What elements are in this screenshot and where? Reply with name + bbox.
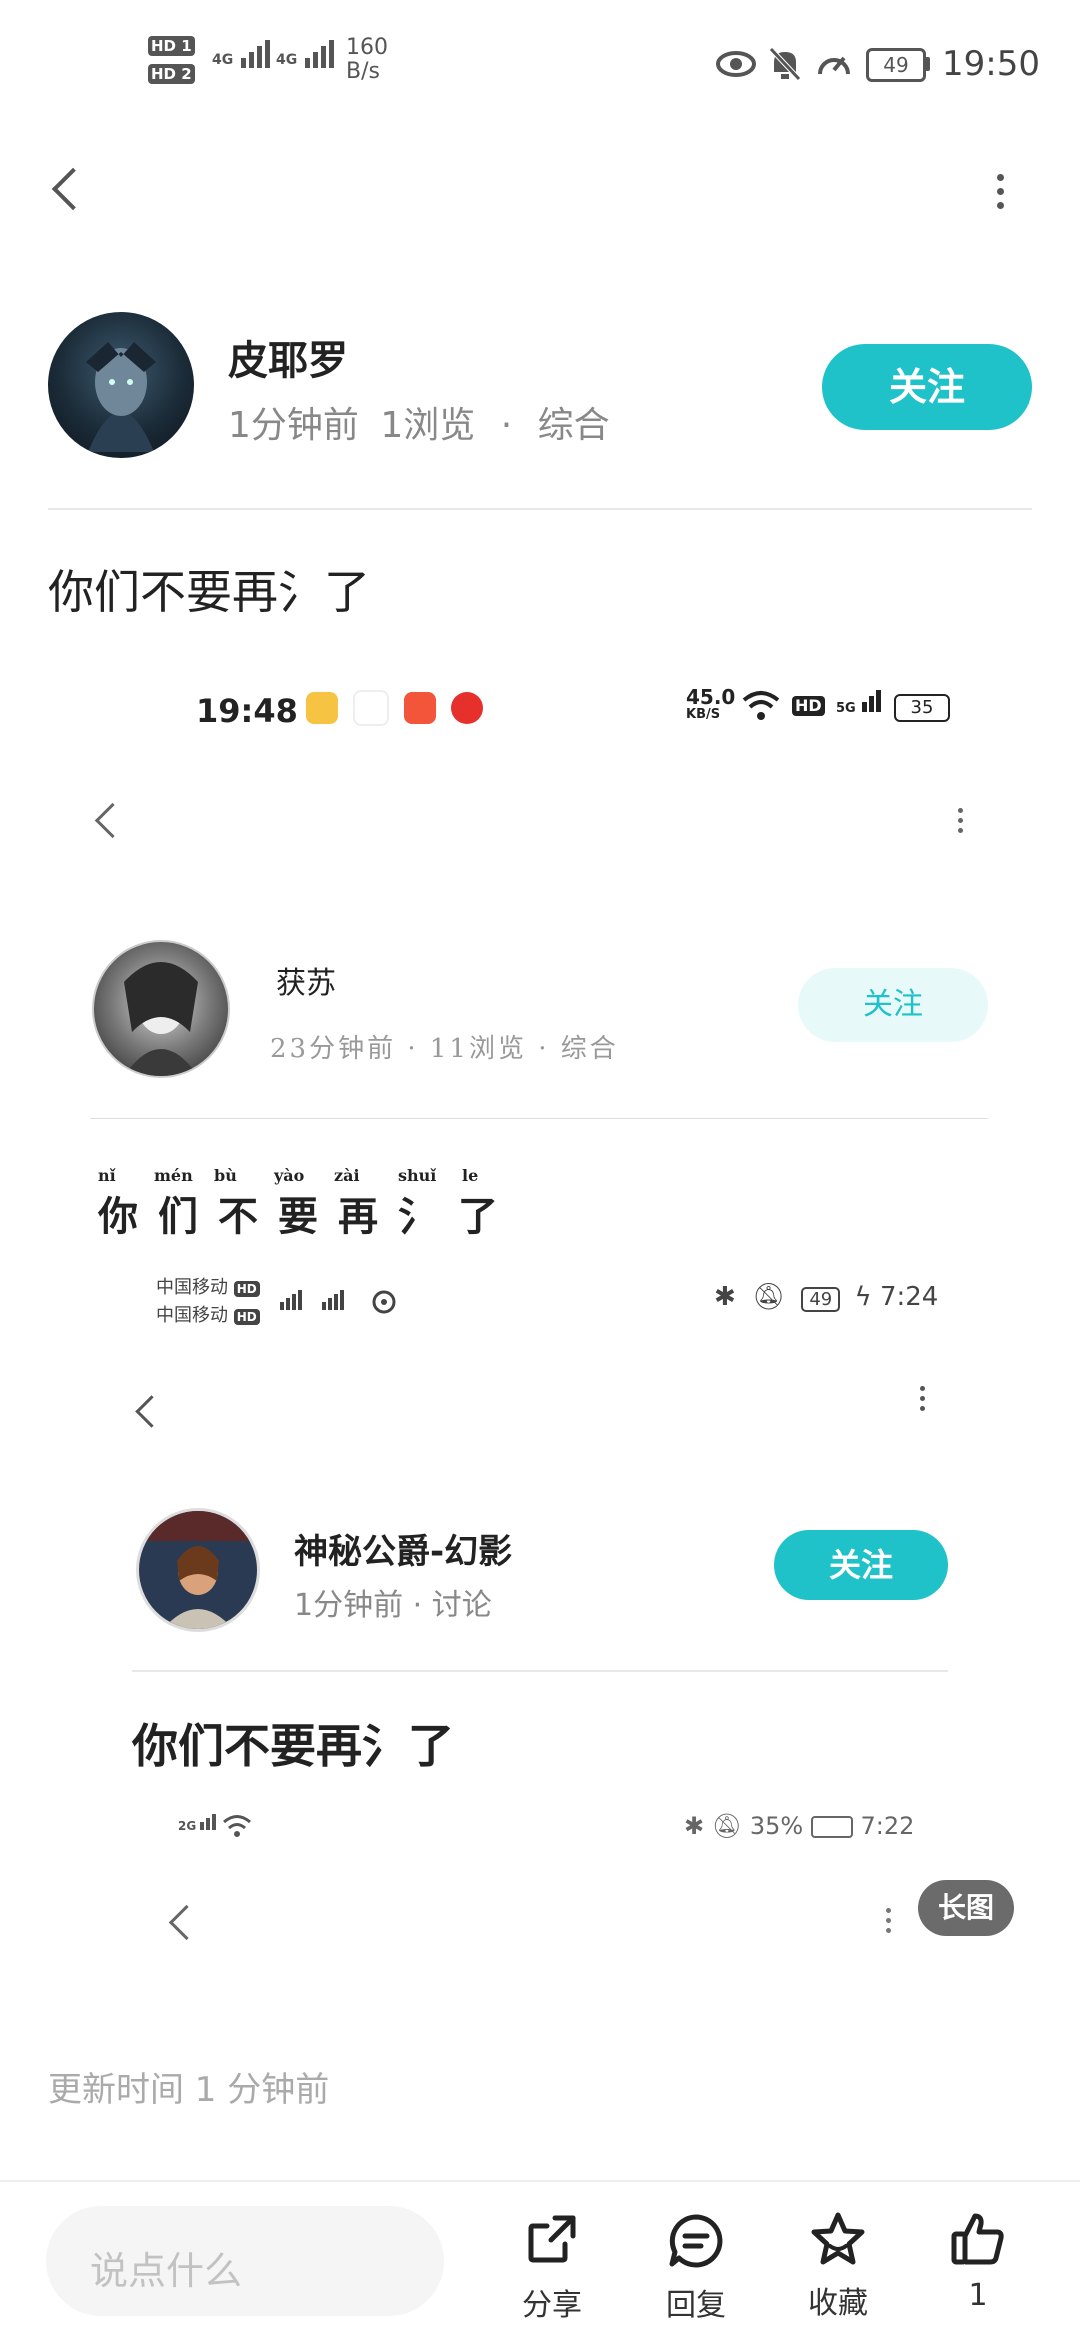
embed3-bluetooth-icon: ✱	[684, 1812, 705, 1840]
embed1-meta: 23分钟前 · 11浏览 · 综合	[270, 1034, 619, 1064]
comment-placeholder: 说点什么	[90, 2249, 243, 2293]
embed2-divider	[132, 1670, 948, 1672]
reply-button[interactable]: 回复	[636, 2182, 756, 2324]
post-views: 1浏览	[380, 405, 476, 446]
embed1-follow-button: 关注	[798, 968, 988, 1042]
weibo-icon	[306, 692, 338, 724]
embed3-wifi-icon	[222, 1814, 252, 1842]
embed3-battery-icon	[810, 1816, 853, 1838]
embed1-net-speed: 45.0 KB/S	[686, 685, 736, 722]
embedded-screenshot-1[interactable]: 19:48 45.0 KB/S HD 5G 35 获苏 23分钟前 · 11浏览 …	[0, 660, 1080, 1220]
embed1-body: 你们不要再氵了	[98, 1193, 518, 1240]
embed3-clock: 7:22	[860, 1812, 915, 1840]
embed1-clock: 19:48	[196, 692, 298, 730]
status-bar: HD 1 HD 2 4G 4G 160 B/s 49 19:50	[0, 0, 1080, 120]
share-label: 分享	[522, 2288, 582, 2323]
post-time: 1分钟前	[228, 405, 359, 446]
more-dot-icon	[996, 188, 1004, 195]
embedded-screenshot-3[interactable]: 2G ✱ 🔕︎ 35% 7:22	[0, 1800, 1080, 1970]
like-count: 1	[968, 2278, 988, 2313]
mute-icon	[768, 46, 802, 86]
embed3-signal-icon: 2G	[178, 1814, 217, 1833]
embed2-signal-icon	[266, 1284, 406, 1318]
embed2-bluetooth-icon: ✱	[714, 1282, 736, 1312]
like-button[interactable]: 1	[918, 2182, 1038, 2313]
sim1-badge: HD 1	[148, 36, 195, 56]
post-category[interactable]: 综合	[538, 405, 610, 446]
embed1-wifi-icon	[742, 690, 780, 726]
thumbs-up-icon	[918, 2210, 1038, 2272]
more-dot-icon	[996, 174, 1004, 181]
reply-icon	[636, 2212, 756, 2272]
embed1-back-arrow-icon	[94, 802, 131, 839]
net-speed: 160 B/s	[346, 35, 388, 84]
embed2-battery-icon: 49	[801, 1287, 841, 1312]
share-icon	[492, 2212, 612, 2272]
comment-input[interactable]: 说点什么	[46, 2206, 444, 2316]
embed1-hd-badge: HD	[792, 696, 825, 716]
signal-icon-2: 4G	[276, 40, 337, 68]
header-divider	[48, 508, 1032, 510]
post-meta: 1分钟前 1浏览 · 综合	[228, 396, 610, 448]
signal-icon-1: 4G	[212, 40, 273, 68]
more-menu-button[interactable]	[980, 174, 1020, 216]
embed2-body: 你们不要再氵了	[132, 1719, 454, 1773]
post-body: 你们不要再氵了	[48, 565, 370, 619]
reply-label: 回复	[666, 2288, 726, 2323]
embed2-status-right: ✱ 🔕︎ 49 ϟ 7:24	[714, 1282, 938, 1312]
battery-level: 49	[883, 53, 909, 77]
share-button[interactable]: 分享	[492, 2182, 612, 2324]
netease-music-icon	[451, 692, 484, 724]
embed1-pinyin-row: nǐ mén bù yào zài shuǐ le	[98, 1166, 479, 1185]
embed1-author-avatar	[92, 940, 230, 1078]
embed2-follow-button: 关注	[774, 1530, 948, 1600]
embed1-more-icon	[950, 808, 970, 840]
embed3-more-icon	[878, 1908, 898, 1940]
follow-button[interactable]: 关注	[822, 344, 1032, 430]
embed2-charging-icon: ϟ	[854, 1282, 872, 1312]
embed2-more-icon	[912, 1386, 932, 1418]
back-button[interactable]	[40, 160, 100, 220]
favorite-label: 收藏	[808, 2286, 868, 2321]
star-icon	[778, 2210, 898, 2272]
sim2-badge: HD 2	[148, 64, 195, 84]
kuaishou-icon	[404, 692, 437, 724]
embed2-back-arrow-icon	[135, 1395, 168, 1428]
eye-icon	[716, 50, 756, 82]
long-image-badge[interactable]: 长图	[918, 1880, 1014, 1936]
embedded-screenshot-2[interactable]: 中国移动 HD 中国移动 HD ✱ 🔕︎ 49 ϟ 7:24 神秘公爵-幻影 1…	[0, 1260, 1080, 1800]
embed2-mute-icon: 🔕︎	[752, 1282, 786, 1312]
battery-tip	[925, 57, 930, 71]
clock: 19:50	[942, 44, 1040, 84]
back-arrow-icon	[51, 167, 95, 211]
meta-separator: ·	[500, 405, 513, 446]
update-time: 更新时间 1 分钟前	[48, 2070, 330, 2110]
embed1-divider	[90, 1118, 988, 1119]
embed3-status-right: ✱ 🔕︎ 35% 7:22	[684, 1812, 914, 1840]
author-name[interactable]: 皮耶罗	[228, 328, 348, 386]
embed1-author-name: 获苏	[276, 966, 336, 1001]
embed1-battery-icon: 35	[894, 694, 950, 722]
embed2-carriers: 中国移动 HD 中国移动 HD	[156, 1274, 260, 1330]
more-dot-icon	[996, 202, 1004, 209]
bottom-action-bar: 说点什么 分享 回复 收藏 1	[0, 2180, 1080, 2342]
battery-icon: 49	[866, 48, 926, 82]
embed3-mute-icon: 🔕︎	[711, 1812, 743, 1840]
embed2-clock: 7:24	[879, 1282, 939, 1312]
embed3-back-arrow-icon	[168, 1904, 205, 1941]
embed3-battery-pct: 35%	[749, 1812, 804, 1840]
author-avatar[interactable]	[48, 312, 194, 458]
embed2-author-avatar	[136, 1508, 260, 1632]
embed1-signal-icon: 5G	[836, 690, 882, 716]
map-pin-icon	[353, 690, 390, 726]
speed-icon	[816, 48, 852, 84]
favorite-button[interactable]: 收藏	[778, 2182, 898, 2322]
sim-indicators: HD 1 HD 2	[148, 36, 195, 84]
embed2-author-name: 神秘公爵-幻影	[294, 1532, 513, 1572]
embed2-meta: 1分钟前 · 讨论	[294, 1588, 492, 1623]
embed1-app-icons	[306, 690, 493, 726]
